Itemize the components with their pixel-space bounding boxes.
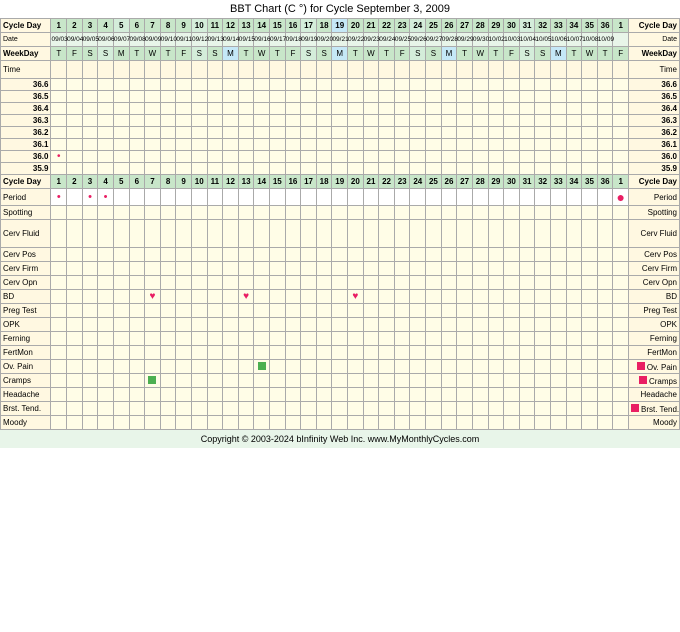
period-row: Period • • • ● Period [1,189,680,206]
time-row: Time Time [1,61,680,79]
cerv-opn-label-right: Cerv Opn [629,276,680,290]
cerv-firm-row: Cerv Firm Cerv Firm [1,262,680,276]
period-dot-last: ● [616,189,624,205]
temp-row-362: 36.2 36.2 [1,127,680,139]
spotting-row: Spotting Spotting [1,206,680,220]
temp-label-366: 36.6 [1,79,51,91]
cramps-row: Cramps Cramps [1,374,680,388]
cycle-day-bottom-row: Cycle Day 123456789101112131415161718192… [1,175,680,189]
bd-row: BD ♥ ♥ ♥ BD [1,290,680,304]
cerv-opn-row: Cerv Opn Cerv Opn [1,276,680,290]
time-label-right: Time [629,61,680,79]
bd-heart-13: ♥ [243,291,249,302]
period-label-right: Period [629,189,680,206]
ov-pain-green-sq [258,362,266,370]
cerv-opn-label: Cerv Opn [1,276,51,290]
period-dot-4: • [104,191,108,203]
preg-test-label-right: Preg Test [629,304,680,318]
brst-tend-pink-sq [631,404,639,412]
cramps-green-sq [148,376,156,384]
cerv-pos-label: Cerv Pos [1,248,51,262]
cerv-firm-label: Cerv Firm [1,262,51,276]
ov-pain-label-right: Ov. Pain [629,360,680,374]
brst-tend-row: Brst. Tend. Brst. Tend. [1,402,680,416]
cerv-firm-label-right: Cerv Firm [629,262,680,276]
cramps-label: Cramps [1,374,51,388]
cycle-day-bottom-label: Cycle Day [1,175,51,189]
weekday-row: WeekDay T F S S M T W T F S S M T W T F … [1,47,680,61]
spotting-label: Spotting [1,206,51,220]
cerv-fluid-label-right: Cerv Fluid [629,220,680,248]
moody-label-right: Moody [629,416,680,430]
date-row: Date 09/03 09/04 09/05 09/06 09/07 09/08… [1,33,680,47]
headache-row: Headache Headache [1,388,680,402]
brst-tend-label-right: Brst. Tend. [629,402,680,416]
fertmon-label: FertMon [1,346,51,360]
cycle-day-bottom-label-right: Cycle Day [629,175,680,189]
brst-tend-label: Brst. Tend. [1,402,51,416]
spotting-label-right: Spotting [629,206,680,220]
ov-pain-row: Ov. Pain Ov. Pain [1,360,680,374]
bd-heart-20: ♥ [352,291,358,302]
opk-row: OPK OPK [1,318,680,332]
ov-pain-pink-sq [637,362,645,370]
cerv-pos-row: Cerv Pos Cerv Pos [1,248,680,262]
cycle-day-header-row: Cycle Day 1 2 3 4 5 6 7 8 9 10 11 12 13 … [1,19,680,33]
fertmon-row: FertMon FertMon [1,346,680,360]
headache-label-right: Headache [629,388,680,402]
cerv-pos-label-right: Cerv Pos [629,248,680,262]
date-label-right: Date [629,33,680,47]
cycle-day-label: Cycle Day [1,19,51,33]
preg-test-label: Preg Test [1,304,51,318]
temp-row-365: 36.5 36.5 [1,91,680,103]
period-dot-3: • [88,191,92,203]
ferning-label: Ferning [1,332,51,346]
cerv-fluid-label: Cerv Fluid [1,220,51,248]
ov-pain-label: Ov. Pain [1,360,51,374]
temp-label-365: 36.5 [1,91,51,103]
period-dot-1: • [57,191,61,203]
moody-row: Moody Moody [1,416,680,430]
cerv-fluid-row: Cerv Fluid Cerv Fluid [1,220,680,248]
temp-row-359: 35.9 35.9 [1,163,680,175]
weekday-label-right: WeekDay [629,47,680,61]
moody-label: Moody [1,416,51,430]
temp-label-366-right: 36.6 [629,79,680,91]
bd-label-right: BD [629,290,680,304]
temp-dot-day1: • [57,151,61,162]
bd-label: BD [1,290,51,304]
time-label: Time [1,61,51,79]
cramps-label-right: Cramps [629,374,680,388]
ferning-row: Ferning Ferning [1,332,680,346]
cycle-day-label-right: Cycle Day [629,19,680,33]
bd-heart-7: ♥ [149,291,155,302]
date-label: Date [1,33,51,47]
temp-row-366: 36.6 36.6 [1,79,680,91]
preg-test-row: Preg Test Preg Test [1,304,680,318]
opk-label-right: OPK [629,318,680,332]
opk-label: OPK [1,318,51,332]
page-title: BBT Chart (C °) for Cycle September 3, 2… [0,0,680,18]
cramps-pink-sq [639,376,647,384]
weekday-label: WeekDay [1,47,51,61]
ferning-label-right: Ferning [629,332,680,346]
temp-row-364: 36.4 36.4 [1,103,680,115]
temp-row-363: 36.3 36.3 [1,115,680,127]
temp-row-360: 36.0 • 36.0 [1,151,680,163]
temp-row-361: 36.1 36.1 [1,139,680,151]
copyright: Copyright © 2003-2024 bInfinity Web Inc.… [0,430,680,448]
period-label: Period [1,189,51,206]
headache-label: Headache [1,388,51,402]
fertmon-label-right: FertMon [629,346,680,360]
